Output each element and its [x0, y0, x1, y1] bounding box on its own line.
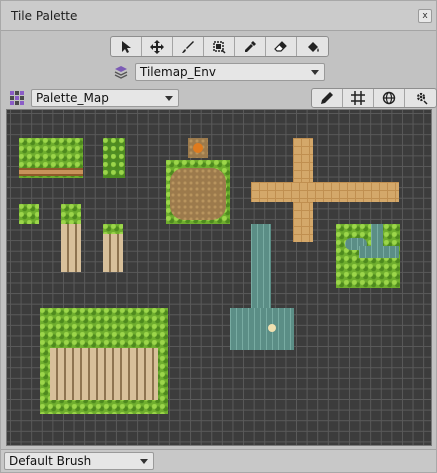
- stone-sprite: [268, 324, 276, 332]
- close-button[interactable]: x: [418, 9, 432, 23]
- fill-tool-button[interactable]: [297, 37, 328, 56]
- edit-palette-button[interactable]: [312, 89, 343, 107]
- tile-water-pond[interactable]: [230, 308, 294, 350]
- grid-icon: [351, 91, 365, 105]
- box-fill-icon: [213, 40, 226, 54]
- pencil-icon: [321, 92, 333, 104]
- palette-row: Palette_Map: [9, 88, 437, 108]
- globe-icon: [382, 91, 396, 105]
- brush-icon: [182, 40, 194, 53]
- status-bar: Default Brush: [1, 449, 436, 472]
- brush-label: Default Brush: [9, 454, 92, 468]
- move-tool-button[interactable]: [142, 37, 173, 56]
- select-tool-button[interactable]: [111, 37, 142, 56]
- title-bar[interactable]: Tile Palette x: [1, 1, 436, 31]
- brush-dropdown[interactable]: Default Brush: [4, 452, 154, 470]
- paint-tool-button[interactable]: [173, 37, 204, 56]
- palette-label: Palette_Map: [36, 91, 109, 105]
- tile-path-horizontal[interactable]: [251, 182, 399, 202]
- chevron-down-icon: [140, 459, 148, 464]
- tile-water-curve[interactable]: [371, 224, 383, 252]
- picker-tool-button[interactable]: [235, 37, 266, 56]
- active-tilemap-dropdown[interactable]: Tilemap_Env: [135, 63, 325, 81]
- active-tilemap-label: Tilemap_Env: [140, 65, 216, 79]
- gizmo-toggle-button[interactable]: [374, 89, 405, 107]
- tile-grass-small[interactable]: [19, 204, 39, 224]
- arrow-cursor-icon: [122, 40, 131, 53]
- gear-icon: [416, 92, 428, 105]
- tile-grass-small[interactable]: [103, 224, 123, 234]
- eyedropper-icon: [245, 40, 256, 52]
- palette-icon: [10, 91, 24, 105]
- erase-tool-button[interactable]: [266, 37, 297, 56]
- tile-fence[interactable]: [19, 168, 83, 176]
- layers-icon: [114, 66, 128, 79]
- eraser-icon: [274, 40, 287, 52]
- palette-mode-toolbar: [311, 88, 437, 108]
- tile-grass-strip[interactable]: [103, 138, 125, 178]
- window-title: Tile Palette: [11, 9, 78, 23]
- settings-toggle-button[interactable]: [405, 89, 436, 107]
- tile-grass-small[interactable]: [61, 204, 81, 224]
- tile-cliff-column[interactable]: [61, 224, 81, 272]
- tile-cliff-column[interactable]: [103, 234, 123, 272]
- tile-cliff-wall[interactable]: [50, 348, 158, 400]
- tool-toolbar: [110, 36, 329, 57]
- chevron-down-icon: [311, 70, 319, 75]
- chevron-down-icon: [165, 96, 173, 101]
- tile-palette-window: Tile Palette x Tilemap_Env Palette_Map D…: [0, 0, 437, 473]
- active-tilemap-row: Tilemap_Env: [113, 62, 325, 82]
- palette-dropdown[interactable]: Palette_Map: [31, 89, 179, 107]
- carrot-sprite: [193, 143, 203, 153]
- move-arrows-icon: [150, 39, 164, 54]
- box-fill-tool-button[interactable]: [204, 37, 235, 56]
- grid-toggle-button[interactable]: [343, 89, 374, 107]
- tile-water-river[interactable]: [251, 224, 271, 308]
- paint-bucket-icon: [307, 41, 319, 52]
- palette-grid-canvas[interactable]: [6, 109, 432, 446]
- tile-dirt-patch[interactable]: [170, 168, 226, 220]
